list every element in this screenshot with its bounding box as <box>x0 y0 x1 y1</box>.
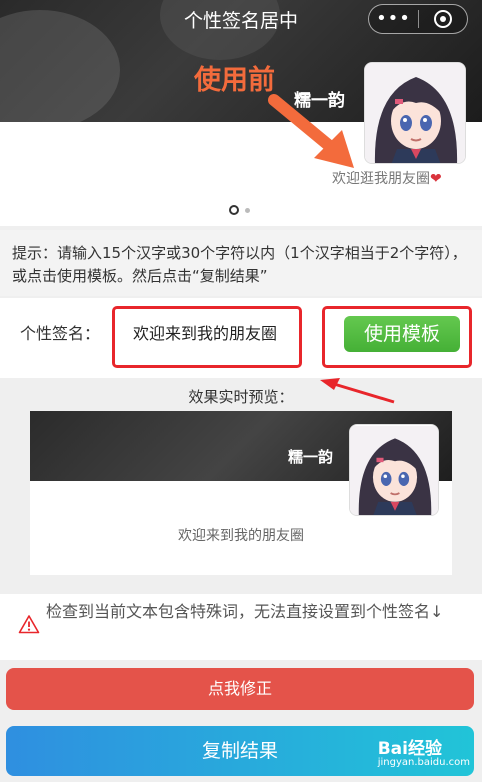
more-dots-icon[interactable]: ••• <box>369 5 418 33</box>
avatar <box>364 62 466 164</box>
tip-text: 提示：请输入15个汉字或30个字符以内（1个汉字相当于2个字符），或点击使用模板… <box>0 230 482 296</box>
baidu-jingyan-watermark: Bai经验 jingyan.baidu.com <box>378 734 470 768</box>
preview-avatar <box>349 424 439 516</box>
before-label: 使用前 <box>194 65 275 96</box>
carousel-indicator <box>229 205 250 215</box>
carousel-dot[interactable] <box>245 207 250 213</box>
mini-program-capsule: ••• <box>368 4 468 34</box>
welcome-label: 欢迎逛我朋友圈 <box>332 171 430 187</box>
preview-caption: 效果实时预览： <box>188 388 294 406</box>
fix-button[interactable]: 点我修正 <box>6 668 474 710</box>
watermark-url: jingyan.baidu.com <box>377 757 470 768</box>
capsule-close-icon[interactable] <box>419 10 467 28</box>
signature-label: 个性签名： <box>20 324 101 343</box>
use-template-button[interactable]: 使用模板 <box>344 316 460 352</box>
app-screen: 个性签名居中 ••• 使用前 糯一韵 欢迎逛我朋友圈❤ 提示：请输入15个汉字或… <box>0 0 482 782</box>
warning-icon <box>18 615 40 634</box>
warning-text: 检查到当前文本包含特殊词，无法直接设置到个性签名↓ <box>46 602 444 621</box>
signature-input[interactable]: 欢迎来到我的朋友圈 <box>112 306 302 368</box>
watermark-brand: Bai经验 <box>377 739 442 759</box>
warning-box: 检查到当前文本包含特殊词，无法直接设置到个性签名↓ <box>0 594 482 660</box>
preview-welcome-text: 欢迎来到我的朋友圈 <box>178 528 304 544</box>
preview-nickname: 糯一韵 <box>288 448 334 466</box>
carousel-dot-active[interactable] <box>229 205 239 215</box>
welcome-text: 欢迎逛我朋友圈❤ <box>332 168 442 188</box>
orange-arrow-icon <box>268 94 354 168</box>
heart-icon: ❤ <box>430 171 442 187</box>
